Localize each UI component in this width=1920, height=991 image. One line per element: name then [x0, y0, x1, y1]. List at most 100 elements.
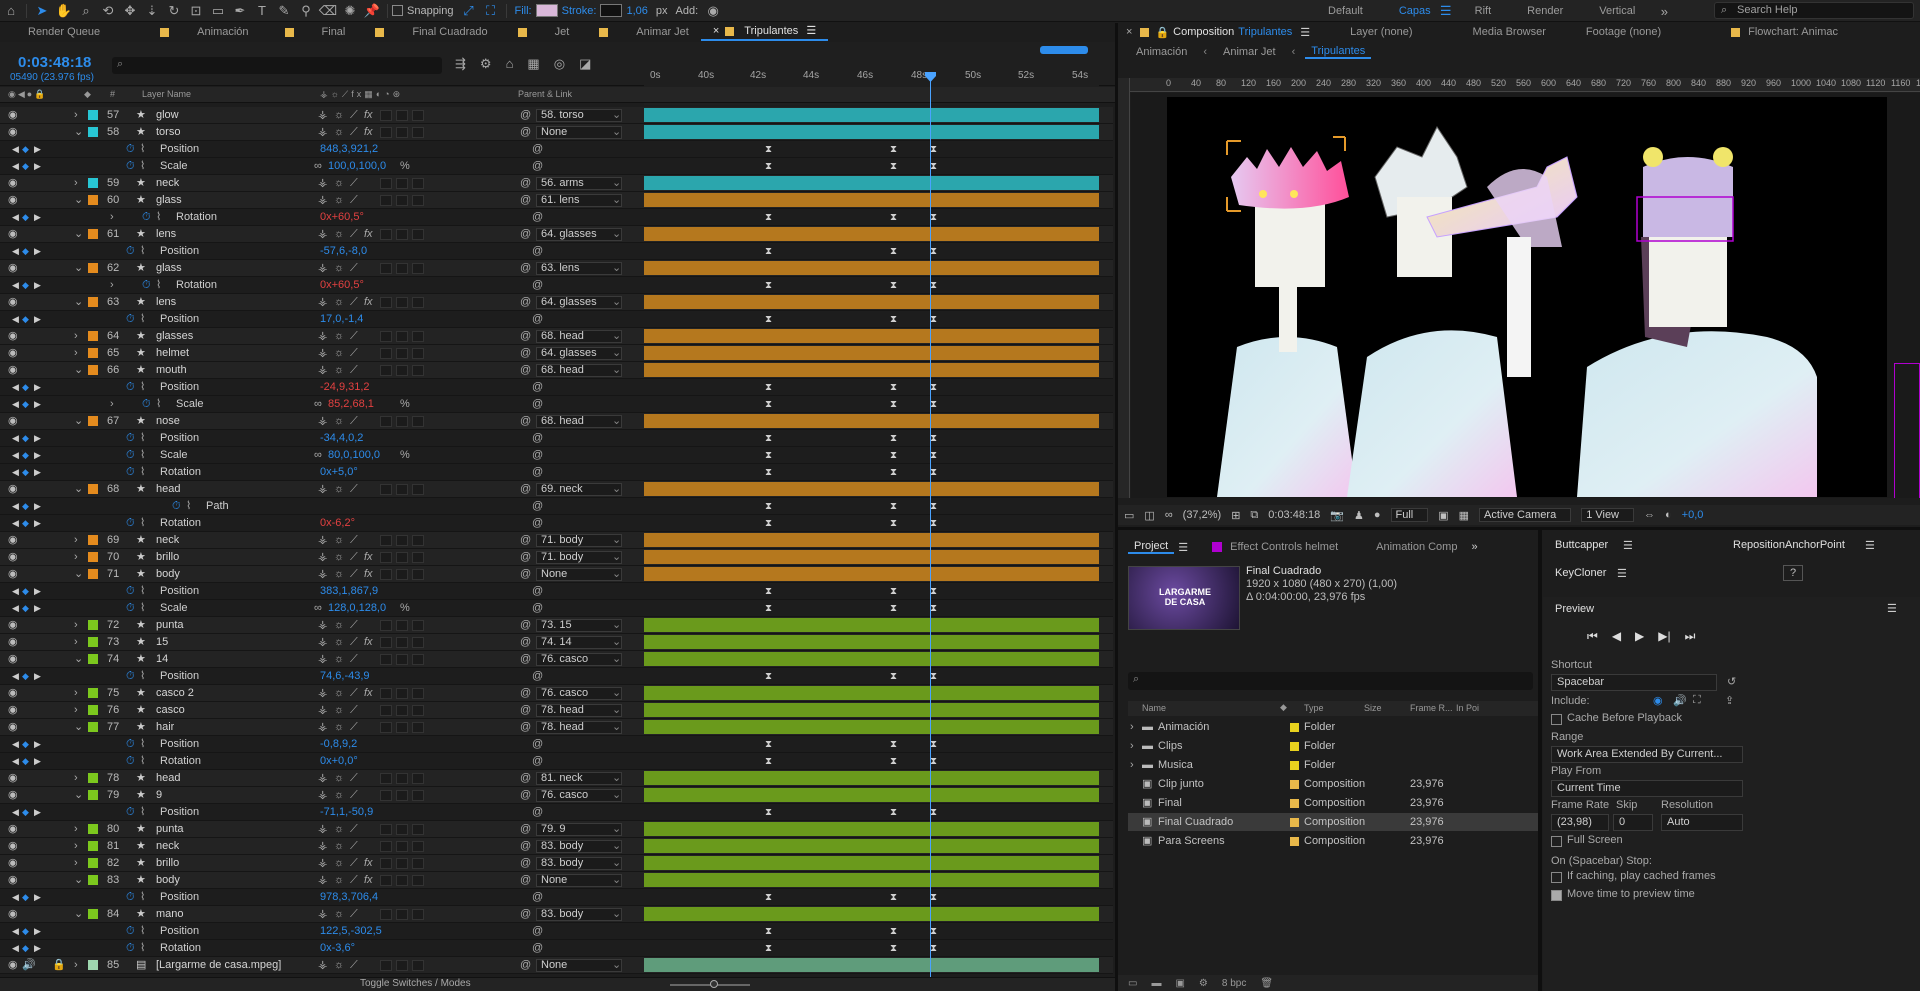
twirl-open-icon[interactable]: ⌄: [74, 651, 83, 668]
twirl-closed-icon[interactable]: ›: [74, 345, 78, 362]
property-row[interactable]: ◀ ◆ ▶ ⏱ ⌇ Scale ∞ 100,0,100,0% @ ⧗ ⧗ ⧗: [0, 158, 1113, 175]
graph-icon[interactable]: ⌇: [140, 940, 145, 957]
prev-keyframe-icon[interactable]: ◀: [12, 379, 19, 396]
quality-switch-icon[interactable]: ⟋: [350, 821, 358, 838]
pick-whip-icon[interactable]: @: [520, 226, 531, 243]
visibility-eye-icon[interactable]: ◉: [8, 957, 18, 974]
property-row[interactable]: ◀ ◆ ▶ › ⏱ ⌇ Scale ∞ 85,2,68,1% @ ⧗ ⧗ ⧗: [0, 396, 1113, 413]
grid-icon[interactable]: ⊞: [1231, 509, 1240, 522]
tab-animar-jet[interactable]: Animar Jet: [587, 23, 701, 41]
motion-blur-box[interactable]: [380, 705, 392, 716]
pick-whip-icon[interactable]: @: [520, 651, 531, 668]
stopwatch-icon[interactable]: ⏱: [126, 141, 135, 158]
layer-name[interactable]: glasses: [156, 328, 193, 345]
preview-toggle-icon[interactable]: ▭: [1124, 509, 1134, 522]
shy-switch-icon[interactable]: ⚶: [318, 413, 327, 430]
3d-layer-box[interactable]: [412, 195, 424, 206]
orbit-camera-icon[interactable]: ⟲: [97, 1, 119, 21]
3d-layer-box[interactable]: [412, 722, 424, 733]
help-button[interactable]: ?: [1783, 565, 1803, 581]
prev-keyframe-icon[interactable]: ◀: [12, 600, 19, 617]
project-item-row[interactable]: › ▬ Clips Folder: [1128, 737, 1538, 755]
graph-icon[interactable]: ⌇: [186, 498, 191, 515]
layer-duration-bar[interactable]: [644, 108, 1099, 122]
twirl-closed-icon[interactable]: ›: [74, 175, 78, 192]
layer-duration-bar[interactable]: [644, 227, 1099, 241]
motion-blur-box[interactable]: [380, 960, 392, 971]
3d-layer-box[interactable]: [412, 824, 424, 835]
keyframe-icon[interactable]: ⧗: [765, 433, 772, 444]
twirl-closed-icon[interactable]: ›: [74, 957, 78, 974]
collapse-switch-icon[interactable]: ☼: [334, 855, 344, 872]
roto-brush-icon[interactable]: ✺: [339, 1, 361, 21]
layer-name[interactable]: body: [156, 566, 180, 583]
snap-edges-icon[interactable]: ⤢: [458, 1, 480, 21]
layer-row[interactable]: ◉ ⌄ 68 ★ head ⚶ ☼ ⟋ @69. neck ⌄: [0, 481, 1113, 498]
layer-duration-bar[interactable]: [644, 176, 1099, 190]
quality-switch-icon[interactable]: ⟋: [350, 345, 358, 362]
keyframe-icon[interactable]: ⧗: [890, 671, 897, 682]
parent-select[interactable]: 78. head: [536, 704, 622, 717]
property-value[interactable]: 128,0,128,0: [328, 600, 386, 617]
composition-mini-flowchart-icon[interactable]: ⇶: [455, 56, 466, 72]
collapse-switch-icon[interactable]: ☼: [334, 770, 344, 787]
keyframe-icon[interactable]: ⧗: [890, 144, 897, 155]
keyframe-toggle-icon[interactable]: ◆: [22, 277, 29, 294]
adjustment-box[interactable]: [396, 790, 408, 801]
quality-switch-icon[interactable]: ⟋: [350, 872, 358, 889]
3d-layer-box[interactable]: [412, 263, 424, 274]
graph-icon[interactable]: ⌇: [140, 447, 145, 464]
quality-switch-icon[interactable]: ⟋: [350, 294, 358, 311]
prev-keyframe-icon[interactable]: ◀: [12, 668, 19, 685]
layer-duration-bar[interactable]: [644, 788, 1099, 802]
collapse-switch-icon[interactable]: ☼: [334, 838, 344, 855]
graph-icon[interactable]: ⌇: [140, 583, 145, 600]
keyframe-icon[interactable]: ⧗: [765, 144, 772, 155]
quality-switch-icon[interactable]: ⟋: [350, 260, 358, 277]
label-color-swatch[interactable]: [88, 127, 98, 137]
fx-switch-icon[interactable]: fx: [364, 634, 373, 651]
motion-blur-box[interactable]: [380, 654, 392, 665]
pick-whip-icon[interactable]: @: [520, 685, 531, 702]
parent-select[interactable]: None: [536, 568, 622, 581]
visibility-eye-icon[interactable]: ◉: [8, 175, 18, 192]
layer-row[interactable]: ◉ › 81 ★ neck ⚶ ☼ ⟋ @83. body ⌄: [0, 838, 1113, 855]
reset-exposure-icon[interactable]: ◐: [1665, 509, 1672, 521]
adjustment-box[interactable]: [396, 824, 408, 835]
composition-tab-name[interactable]: Tripulantes: [1238, 26, 1292, 38]
layer-duration-bar[interactable]: [644, 873, 1099, 887]
expression-pick-whip-icon[interactable]: @: [532, 141, 543, 158]
quality-switch-icon[interactable]: ⟋: [350, 362, 358, 379]
keyframe-icon[interactable]: ⧗: [890, 450, 897, 461]
expression-pick-whip-icon[interactable]: @: [532, 447, 543, 464]
rectangle-tool-icon[interactable]: ▭: [207, 1, 229, 21]
label-color-swatch[interactable]: [88, 909, 98, 919]
visibility-eye-icon[interactable]: ◉: [8, 328, 18, 345]
layer-name[interactable]: nose: [156, 413, 180, 430]
layer-name[interactable]: neck: [156, 175, 179, 192]
shy-switch-icon[interactable]: ⚶: [318, 651, 327, 668]
lock-icon[interactable]: 🔒: [52, 957, 66, 974]
keyframe-icon[interactable]: ⧗: [765, 161, 772, 172]
layer-duration-bar[interactable]: [644, 567, 1099, 581]
stroke-label[interactable]: Stroke:: [562, 5, 597, 17]
layer-name[interactable]: hair: [156, 719, 174, 736]
3d-layer-box[interactable]: [412, 909, 424, 920]
parent-select[interactable]: None: [536, 126, 622, 139]
adjustment-box[interactable]: [396, 960, 408, 971]
layer-duration-bar[interactable]: [644, 363, 1099, 377]
next-keyframe-icon[interactable]: ▶: [34, 447, 41, 464]
composition-viewer[interactable]: [1131, 93, 1920, 498]
parent-select[interactable]: 58. torso: [536, 109, 622, 122]
prev-keyframe-icon[interactable]: ◀: [12, 515, 19, 532]
keyframe-icon[interactable]: ⧗: [930, 603, 937, 614]
adjustment-box[interactable]: [396, 705, 408, 716]
motion-blur-box[interactable]: [380, 484, 392, 495]
expression-pick-whip-icon[interactable]: @: [532, 736, 543, 753]
stopwatch-icon[interactable]: ⏱: [172, 498, 181, 515]
quality-switch-icon[interactable]: ⟋: [350, 566, 358, 583]
pick-whip-icon[interactable]: @: [520, 294, 531, 311]
property-value[interactable]: 100,0,100,0: [328, 158, 386, 175]
next-keyframe-icon[interactable]: ▶: [34, 277, 41, 294]
next-keyframe-icon[interactable]: ▶: [34, 311, 41, 328]
